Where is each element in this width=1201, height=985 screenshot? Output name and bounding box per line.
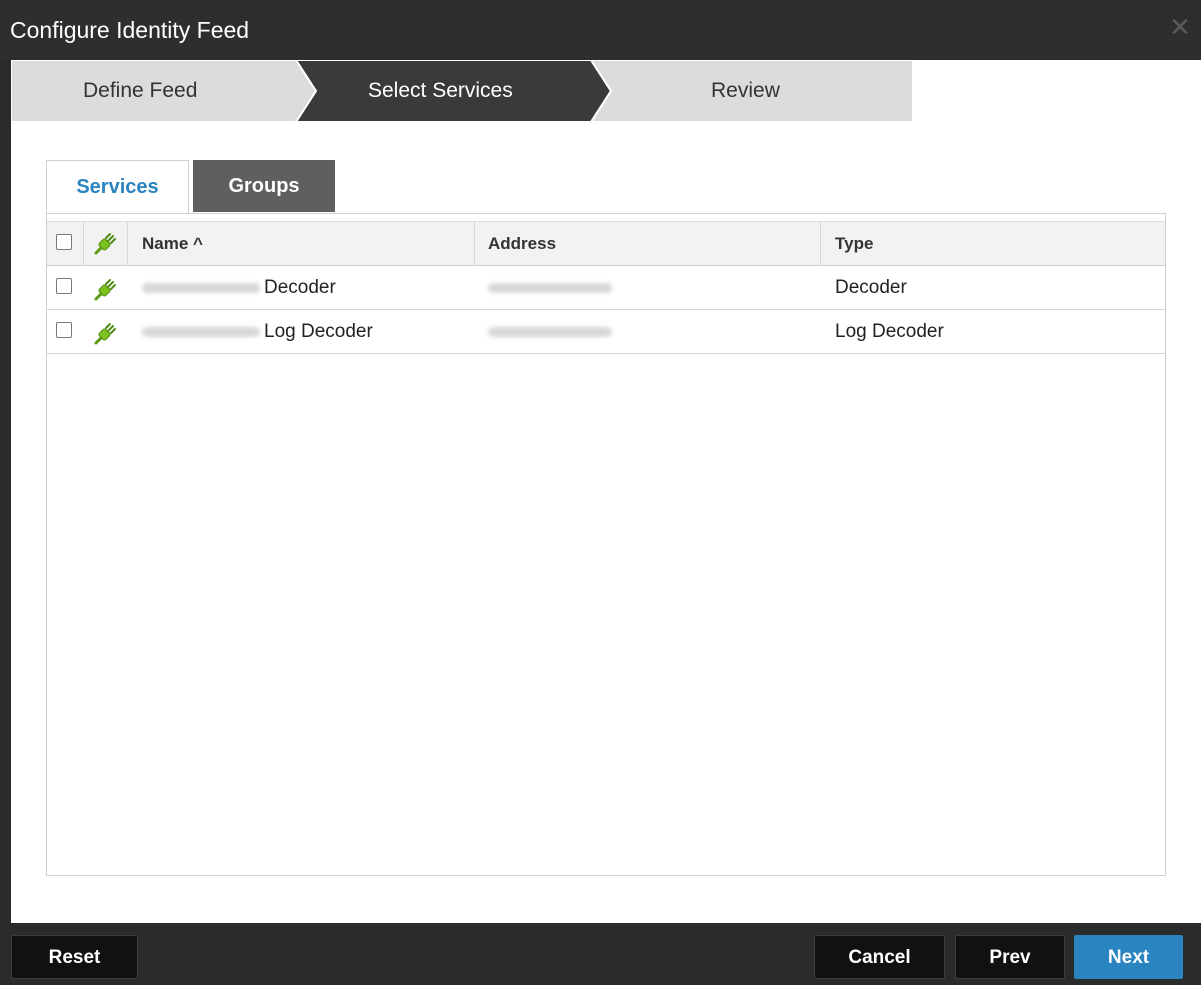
dialog-footer: Reset Cancel Prev Next [0,923,1201,985]
dialog-title: Configure Identity Feed [10,17,250,43]
cell-name: Decoder [142,277,336,299]
service-name: Decoder [264,277,336,298]
cancel-button[interactable]: Cancel [814,935,945,979]
column-divider [474,222,475,266]
cell-address [488,277,616,299]
close-icon[interactable]: ✕ [1167,14,1193,40]
table-row[interactable]: Log Decoder Log Decoder [47,310,1165,354]
redacted-address [142,326,260,337]
wizard-step-review-label: Review [711,79,780,102]
reset-button[interactable]: Reset [11,935,138,979]
redacted-address [488,282,612,293]
plug-icon [94,323,116,345]
column-divider [127,222,128,266]
row-checkbox[interactable] [56,322,72,338]
plug-icon [94,279,116,301]
tab-groups[interactable]: Groups [193,160,335,212]
wizard-step-define-feed-label: Define Feed [83,79,198,102]
tab-services[interactable]: Services [46,160,189,215]
plug-icon [94,233,116,255]
wizard-steps: Define Feed Select Services Review [11,60,1201,122]
redacted-address [142,282,260,293]
cell-address [488,321,616,343]
redacted-address [488,326,612,337]
service-name: Log Decoder [264,321,373,342]
table-row[interactable]: Decoder Decoder [47,266,1165,310]
select-all-checkbox[interactable] [56,234,72,250]
column-divider [820,222,821,266]
cell-type: Decoder [835,277,907,298]
next-button[interactable]: Next [1074,935,1183,979]
wizard-step-select-services-label: Select Services [368,79,513,102]
prev-button[interactable]: Prev [955,935,1065,979]
services-grid: Name ^ Address Type Decoder Decoder Log … [46,213,1166,876]
column-header-name[interactable]: Name ^ [142,234,203,254]
tab-bar: Services Groups [46,160,1166,215]
cell-type: Log Decoder [835,321,944,342]
column-header-address[interactable]: Address [488,234,556,254]
column-header-type[interactable]: Type [835,234,873,254]
grid-header: Name ^ Address Type [47,221,1165,266]
dialog-body: Define Feed Select Services Review Servi… [11,60,1201,923]
column-divider [83,222,84,266]
dialog-titlebar: Configure Identity Feed ✕ [0,0,1201,60]
cell-name: Log Decoder [142,321,373,343]
row-checkbox[interactable] [56,278,72,294]
configure-identity-feed-dialog: Configure Identity Feed ✕ Define Feed Se… [0,0,1201,985]
